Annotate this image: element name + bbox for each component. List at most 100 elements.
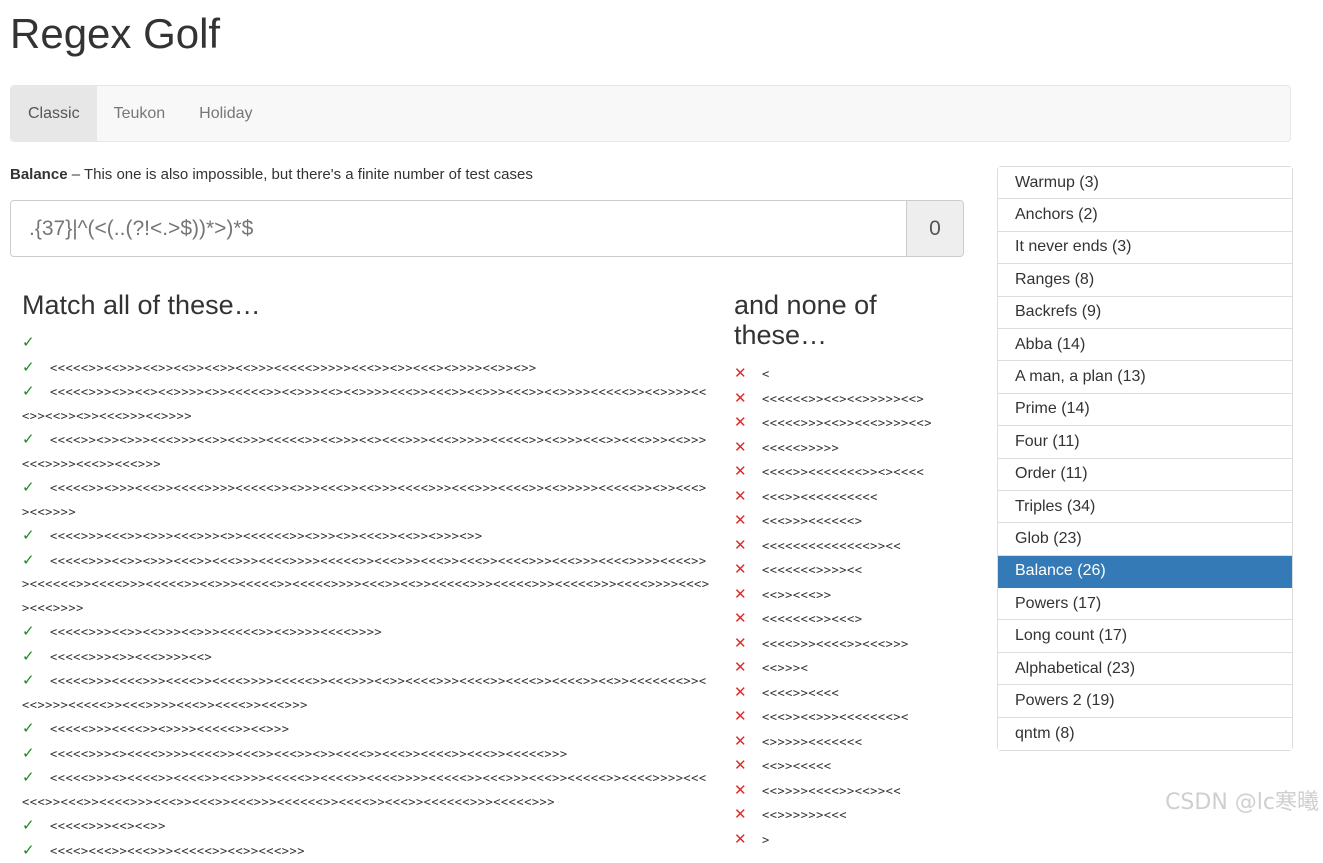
sidebar-item-ranges[interactable]: Ranges (8)	[998, 264, 1292, 296]
tab-teukon[interactable]: Teukon	[97, 86, 183, 141]
regex-input[interactable]	[11, 201, 906, 256]
match-item: ✓<<<<>>><<<>><>>><<<>>><>><<<<<<>><>>><>…	[22, 524, 712, 549]
puzzle-set-navbar: Classic Teukon Holiday	[10, 85, 1291, 142]
check-icon: ✓	[22, 717, 50, 741]
cross-icon: ✕	[734, 436, 762, 460]
check-icon: ✓	[22, 549, 50, 573]
sidebar-item-a-man-a-plan[interactable]: A man, a plan (13)	[998, 361, 1292, 393]
cross-icon: ✕	[734, 705, 762, 729]
sidebar-item-it-never-ends[interactable]: It never ends (3)	[998, 232, 1292, 264]
cross-icon: ✕	[734, 730, 762, 754]
check-icon: ✓	[22, 331, 50, 355]
check-icon: ✓	[22, 620, 50, 644]
match-item: ✓	[22, 331, 712, 356]
sidebar-item-four[interactable]: Four (11)	[998, 426, 1292, 458]
match-item: ✓<<<<<>>><<<<>><>>>><<<<<>><<>>>	[22, 717, 712, 742]
watermark: CSDN @lc寒曦	[1165, 784, 1319, 816]
cross-icon: ✕	[734, 754, 762, 778]
page-title: Regex Golf	[10, 10, 220, 58]
match-item: ✓<<<<<>>><><<<<>>>><<<<>><<<>><<<>><>><<…	[22, 742, 712, 767]
sidebar-item-order[interactable]: Order (11)	[998, 459, 1292, 491]
puzzle-name: Balance	[10, 166, 68, 183]
match-item: ✓<<<<><<<>><<<>>><<<<<>><<>><<<>>>	[22, 839, 712, 863]
none-item: ✕<<>>>><<<<>><<>><<	[734, 779, 934, 804]
cross-icon: ✕	[734, 779, 762, 803]
sidebar-item-backrefs[interactable]: Backrefs (9)	[998, 297, 1292, 329]
puzzle-description: Balance – This one is also impossible, b…	[10, 166, 533, 183]
none-item: ✕<<<<<>>>>>	[734, 436, 934, 461]
cross-icon: ✕	[734, 411, 762, 435]
match-heading: Match all of these…	[22, 290, 261, 320]
sidebar-item-powers[interactable]: Powers (17)	[998, 588, 1292, 620]
match-item: ✓<<<<<>>><<><<>>	[22, 814, 712, 839]
cross-icon: ✕	[734, 828, 762, 852]
none-item: ✕>	[734, 828, 934, 853]
check-icon: ✓	[22, 380, 50, 404]
none-item: ✕<<<>><<<<<<<<<<	[734, 485, 934, 510]
none-item: ✕<<<<<>>><<>><<<>>>><<>	[734, 411, 934, 436]
cross-icon: ✕	[734, 803, 762, 827]
score-display: 0	[906, 201, 963, 256]
match-item: ✓<<<<<>>><<>><>>><<<>><<<>>><<<<>>>><<<<…	[22, 549, 712, 621]
check-icon: ✓	[22, 476, 50, 500]
check-icon: ✓	[22, 814, 50, 838]
check-icon: ✓	[22, 645, 50, 669]
check-icon: ✓	[22, 524, 50, 548]
none-item: ✕<<<>>><<<<<<>	[734, 509, 934, 534]
match-item: ✓<<<<<>><<>>><<>><<>><<>><<>>><<<<<>>>>>…	[22, 356, 712, 381]
sidebar-item-alphabetical[interactable]: Alphabetical (23)	[998, 653, 1292, 685]
cross-icon: ✕	[734, 583, 762, 607]
check-icon: ✓	[22, 356, 50, 380]
cross-icon: ✕	[734, 632, 762, 656]
none-item: ✕<<<<<<<<<<<<<<>><<	[734, 534, 934, 559]
match-item: ✓<<<<<>><>>><<<>><<<<>>>><<<<<>><>>><<<>…	[22, 476, 712, 524]
match-item: ✓<<<<<>>><>><<><<>>>><>><<<<<>><<>>><<><…	[22, 380, 712, 428]
none-item: ✕<<>><<<>>	[734, 583, 934, 608]
check-icon: ✓	[22, 428, 50, 452]
puzzle-list-sidebar: Warmup (3) Anchors (2) It never ends (3)…	[997, 166, 1293, 751]
match-item: ✓<<<<>><>><>>><<<>>><<>><<>>><<<<<>><<>>…	[22, 428, 712, 476]
regex-entry: 0	[10, 200, 964, 257]
cross-icon: ✕	[734, 485, 762, 509]
none-item: ✕<<>>><	[734, 656, 934, 681]
sidebar-item-powers-2[interactable]: Powers 2 (19)	[998, 685, 1292, 717]
tab-holiday[interactable]: Holiday	[182, 86, 269, 141]
none-list: ✕< ✕<<<<<<>><<><<>>>>><<> ✕<<<<<>>><<>><…	[734, 362, 934, 852]
puzzle-description-text: – This one is also impossible, but there…	[68, 166, 533, 183]
none-item: ✕<<<>><<>>><<<<<<<><	[734, 705, 934, 730]
tab-classic[interactable]: Classic	[11, 86, 97, 141]
cross-icon: ✕	[734, 656, 762, 680]
sidebar-item-long-count[interactable]: Long count (17)	[998, 620, 1292, 652]
check-icon: ✓	[22, 766, 50, 790]
sidebar-item-abba[interactable]: Abba (14)	[998, 329, 1292, 361]
sidebar-item-triples[interactable]: Triples (34)	[998, 491, 1292, 523]
sidebar-item-qntm[interactable]: qntm (8)	[998, 718, 1292, 750]
match-list: ✓ ✓<<<<<>><<>>><<>><<>><<>><<>>><<<<<>>>…	[22, 331, 712, 863]
none-item: ✕<	[734, 362, 934, 387]
cross-icon: ✕	[734, 681, 762, 705]
cross-icon: ✕	[734, 362, 762, 386]
none-item: ✕<<<<>>><<<<>><<<>>>	[734, 632, 934, 657]
sidebar-item-glob[interactable]: Glob (23)	[998, 523, 1292, 555]
match-item: ✓<<<<<>>><>><<<>>>><<>	[22, 645, 712, 670]
none-item: ✕<<<<>><<<<	[734, 681, 934, 706]
match-item: ✓<<<<<>>><><<<<>><<<<>><<>>>><<<<<>><<<<…	[22, 766, 712, 814]
check-icon: ✓	[22, 669, 50, 693]
cross-icon: ✕	[734, 509, 762, 533]
none-item: ✕<<<<<<<>>>><<	[734, 558, 934, 583]
cross-icon: ✕	[734, 534, 762, 558]
sidebar-item-anchors[interactable]: Anchors (2)	[998, 199, 1292, 231]
cross-icon: ✕	[734, 460, 762, 484]
sidebar-item-prime[interactable]: Prime (14)	[998, 394, 1292, 426]
sidebar-item-balance[interactable]: Balance (26)	[998, 556, 1292, 588]
cross-icon: ✕	[734, 387, 762, 411]
none-item: ✕<<<<<<<>><<<>	[734, 607, 934, 632]
sidebar-item-warmup[interactable]: Warmup (3)	[998, 167, 1292, 199]
none-item: ✕<>>>>><<<<<<<	[734, 730, 934, 755]
none-item: ✕<<<<<<>><<><<>>>>><<>	[734, 387, 934, 412]
cross-icon: ✕	[734, 558, 762, 582]
check-icon: ✓	[22, 839, 50, 863]
none-item: ✕<<<<>><<<<<<<>><><<<<	[734, 460, 934, 485]
cross-icon: ✕	[734, 607, 762, 631]
none-heading: and none of these…	[734, 290, 934, 350]
